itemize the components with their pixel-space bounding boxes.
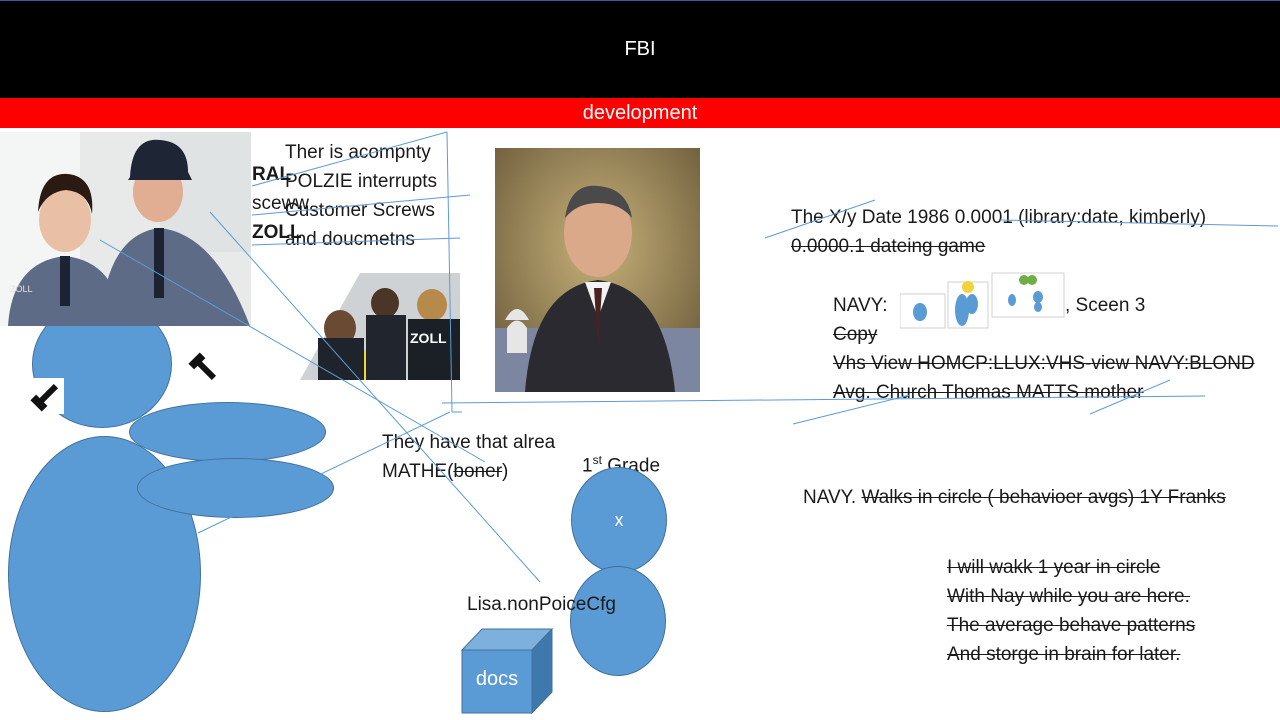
- navy-thumbnail: [899, 272, 1065, 330]
- church-line: Avg. Church Thomas MATTS mother: [833, 382, 1144, 403]
- lisa-label: Lisa.nonPoiceCfg: [467, 594, 616, 615]
- middle-note-line1: They have that alrea: [382, 432, 556, 453]
- navy-suffix: , Sceen 3: [1065, 295, 1146, 316]
- development-label: development: [582, 101, 698, 124]
- officers-photo: ZOLL: [0, 132, 251, 326]
- circle-lower: [570, 566, 666, 676]
- navy-prefix: NAVY:: [833, 295, 888, 316]
- grade-suffix: st: [592, 453, 602, 467]
- copy-line: Copy: [833, 324, 878, 345]
- circle-x-label: x: [614, 509, 624, 530]
- promise-line: With Nay while you are here.: [947, 586, 1190, 607]
- note-line: and doucmetns: [285, 229, 415, 250]
- promise-block: I will wakk 1 year in circle With Nay wh…: [947, 553, 1195, 669]
- middle-note-strike: boner: [453, 461, 503, 482]
- navy2-prefix: NAVY.: [803, 487, 862, 508]
- navy2-line: NAVY. Walks in circle ( behavioer avgs) …: [803, 483, 1226, 512]
- date-line: The X/y Date 1986 0.0001 (library:date, …: [791, 207, 1207, 228]
- navy2-strike: Walks in circle ( behavioer avgs) 1Y Fra…: [861, 487, 1226, 508]
- promise-line: And storge in brain for later.: [947, 644, 1181, 665]
- arm-ellipse-upper: [129, 402, 326, 462]
- bolt-icon: [188, 352, 217, 381]
- middle-note-line2: MATHE(boner): [382, 457, 555, 486]
- svg-text:ZOLL: ZOLL: [410, 330, 447, 346]
- svg-text:ZOLL: ZOLL: [10, 284, 33, 294]
- circle-x: x: [571, 467, 667, 573]
- development-banner: development: [0, 98, 1280, 128]
- dateing-line: 0.0000.1 dateing game: [791, 236, 986, 257]
- promise-line: The average behave patterns: [947, 615, 1196, 636]
- vhs-line: Vhs View HOMCP:LLUX:VHS-view NAVY:BLOND: [833, 353, 1255, 374]
- header-title: FBI: [624, 38, 656, 60]
- docs-label: docs: [475, 668, 519, 690]
- officers-back-photo: ZOLL: [300, 273, 460, 380]
- note-line: Ther is acompnty: [285, 142, 431, 163]
- middle-note: They have that alrea MATHE(boner): [382, 428, 555, 486]
- bolt-icon: [28, 378, 64, 414]
- middle-note-suffix: ): [502, 461, 509, 482]
- middle-note-prefix: MATHE(: [382, 461, 454, 482]
- grade-number: 1: [582, 455, 593, 477]
- note-line: POLZIE interrupts: [285, 171, 438, 192]
- portrait-photo: [495, 148, 700, 392]
- note-line: Customer Screws: [285, 200, 435, 221]
- header-bar: FBI: [0, 0, 1280, 98]
- note-block: Ther is acompnty POLZIE interrupts Custo…: [285, 138, 437, 254]
- promise-line: I will wakk 1 year in circle: [947, 557, 1161, 578]
- arm-ellipse-lower: [137, 458, 334, 518]
